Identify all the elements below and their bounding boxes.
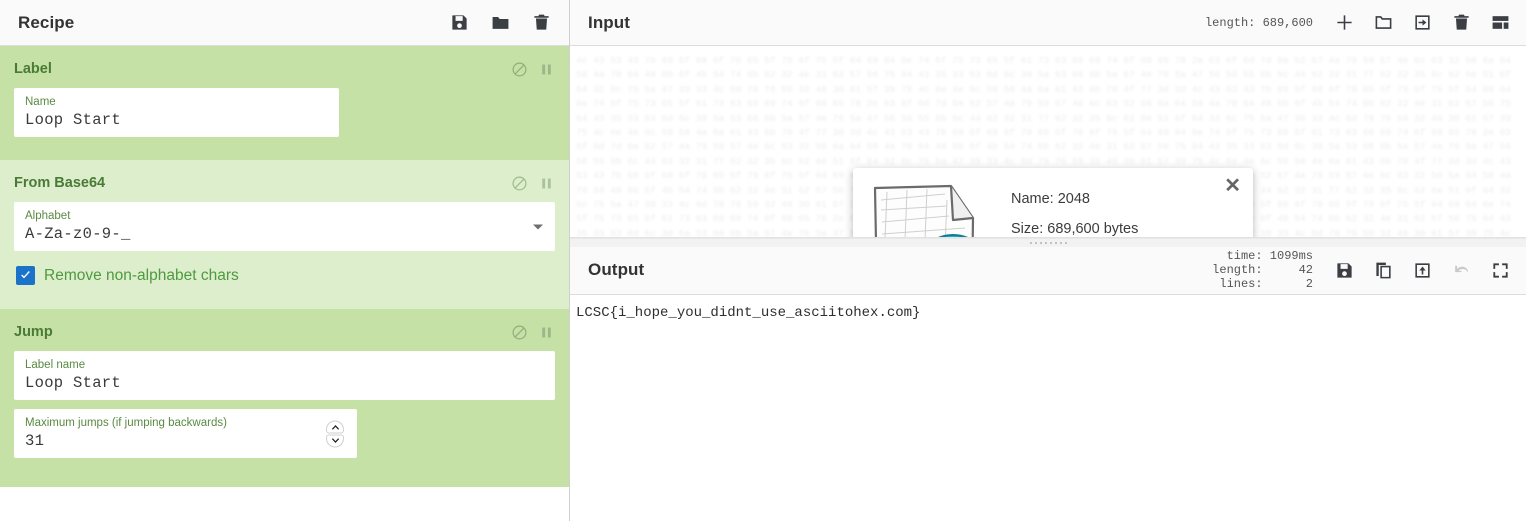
disable-icon[interactable]: [511, 175, 528, 192]
field-label: Label name: [25, 359, 86, 371]
breakpoint-icon[interactable]: [538, 175, 555, 192]
save-recipe-icon[interactable]: [450, 13, 469, 32]
recipe-pane-title: Recipe: [18, 12, 75, 32]
clear-recipe-icon[interactable]: [532, 13, 551, 32]
field-label: Maximum jumps (if jumping backwards): [25, 417, 227, 429]
file-size-row: Size: 689,600 bytes: [1011, 221, 1139, 237]
output-text-area[interactable]: LCSC{i_hope_you_didnt_use_asciitohex.com…: [570, 294, 1526, 521]
field-label: Name: [25, 96, 56, 108]
copy-output-icon[interactable]: [1374, 261, 1393, 280]
field-value: Loop Start: [25, 374, 122, 392]
file-details-card: ✕ Name: 2048 Size: 689,600 bytes: [853, 168, 1253, 237]
output-header-icons: [1335, 261, 1510, 280]
label-name-field[interactable]: Name Loop Start: [14, 88, 339, 137]
recipe-operation-list[interactable]: Label Name Loop Start From Base64 Alphab…: [0, 46, 569, 521]
disable-icon[interactable]: [511, 61, 528, 78]
recipe-pane: Recipe Label Name Loop Start From Base64…: [0, 0, 570, 521]
recipe-operation-from-base64[interactable]: From Base64 Alphabet A-Za-z0-9-_ Remove …: [0, 160, 569, 309]
tab-layout-icon[interactable]: [1491, 13, 1510, 32]
io-splitter-handle[interactable]: [570, 237, 1526, 247]
grip-icon: [1029, 241, 1067, 244]
output-text: LCSC{i_hope_you_didnt_use_asciitohex.com…: [576, 304, 921, 321]
maximise-output-icon[interactable]: [1491, 261, 1510, 280]
operation-title: Jump: [14, 324, 53, 340]
cyberchef-app: Recipe Label Name Loop Start From Base64…: [0, 0, 1526, 521]
add-input-tab-icon[interactable]: [1335, 13, 1354, 32]
stepper-up-icon[interactable]: [326, 420, 344, 433]
remove-non-alphabet-chars-checkbox[interactable]: [16, 266, 35, 285]
operation-header: Jump: [14, 319, 555, 345]
input-length-stat: length: 689,600: [1204, 15, 1313, 30]
stepper-down-icon[interactable]: [326, 434, 344, 447]
step-back-icon: [1452, 261, 1471, 280]
disable-icon[interactable]: [511, 324, 528, 341]
operation-title: From Base64: [14, 175, 106, 191]
maximum-jumps-field[interactable]: Maximum jumps (if jumping backwards) 31: [14, 409, 357, 458]
close-icon[interactable]: ✕: [1224, 176, 1241, 196]
save-output-icon[interactable]: [1335, 261, 1354, 280]
alphabet-select[interactable]: Alphabet A-Za-z0-9-_: [14, 202, 555, 251]
input-pane-title: Input: [588, 12, 631, 32]
output-title-bar: Output time: 1099ms length: 42 lines: 2: [570, 246, 1526, 295]
jump-label-name-field[interactable]: Label name Loop Start: [14, 351, 555, 400]
file-details-list: Name: 2048 Size: 689,600 bytes Type: unk…: [997, 184, 1253, 237]
chevron-down-icon[interactable]: [533, 224, 543, 229]
operation-header: From Base64: [14, 170, 555, 196]
operation-header: Label: [14, 56, 555, 82]
recipe-operation-label[interactable]: Label Name Loop Start: [0, 46, 569, 160]
operation-controls: [511, 61, 555, 78]
file-name-row: Name: 2048: [1011, 191, 1090, 207]
output-stats: time: 1099ms length: 42 lines: 2: [1212, 249, 1313, 291]
field-value: Loop Start: [25, 111, 122, 129]
maximum-jumps-stepper[interactable]: [326, 420, 344, 447]
field-label: Alphabet: [25, 210, 71, 222]
open-folder-icon[interactable]: [1374, 13, 1393, 32]
load-recipe-icon[interactable]: [491, 13, 510, 32]
replace-input-with-output-icon[interactable]: [1413, 261, 1432, 280]
breakpoint-icon[interactable]: [538, 61, 555, 78]
input-header-icons: [1335, 13, 1510, 32]
operation-title: Label: [14, 61, 52, 77]
input-title-bar: Input length: 689,600: [570, 0, 1526, 46]
remove-non-alphabet-chars-row[interactable]: Remove non-alphabet chars: [14, 260, 555, 295]
field-value: A-Za-z0-9-_: [25, 225, 131, 243]
recipe-header-icons: [450, 13, 551, 32]
open-file-as-input-icon[interactable]: [1413, 13, 1432, 32]
recipe-title-bar: Recipe: [0, 0, 569, 46]
operation-controls: [511, 324, 555, 341]
clear-input-icon[interactable]: [1452, 13, 1471, 32]
input-text-area[interactable]: 4c 43 53 43 7b 69 5f 68 6f 70 65 5f 79 6…: [570, 46, 1526, 238]
operation-controls: [511, 175, 555, 192]
io-pane: Input length: 689,600 4c 43 53 43 7b 69 …: [570, 0, 1526, 521]
field-value: 31: [25, 432, 45, 450]
breakpoint-icon[interactable]: [538, 324, 555, 341]
remove-non-alphabet-chars-label[interactable]: Remove non-alphabet chars: [44, 267, 239, 285]
recipe-operation-jump[interactable]: Jump Label name Loop Start Maximum jumps…: [0, 309, 569, 487]
output-pane-title: Output: [588, 260, 645, 279]
sketched-file-info-icon: [861, 176, 997, 237]
